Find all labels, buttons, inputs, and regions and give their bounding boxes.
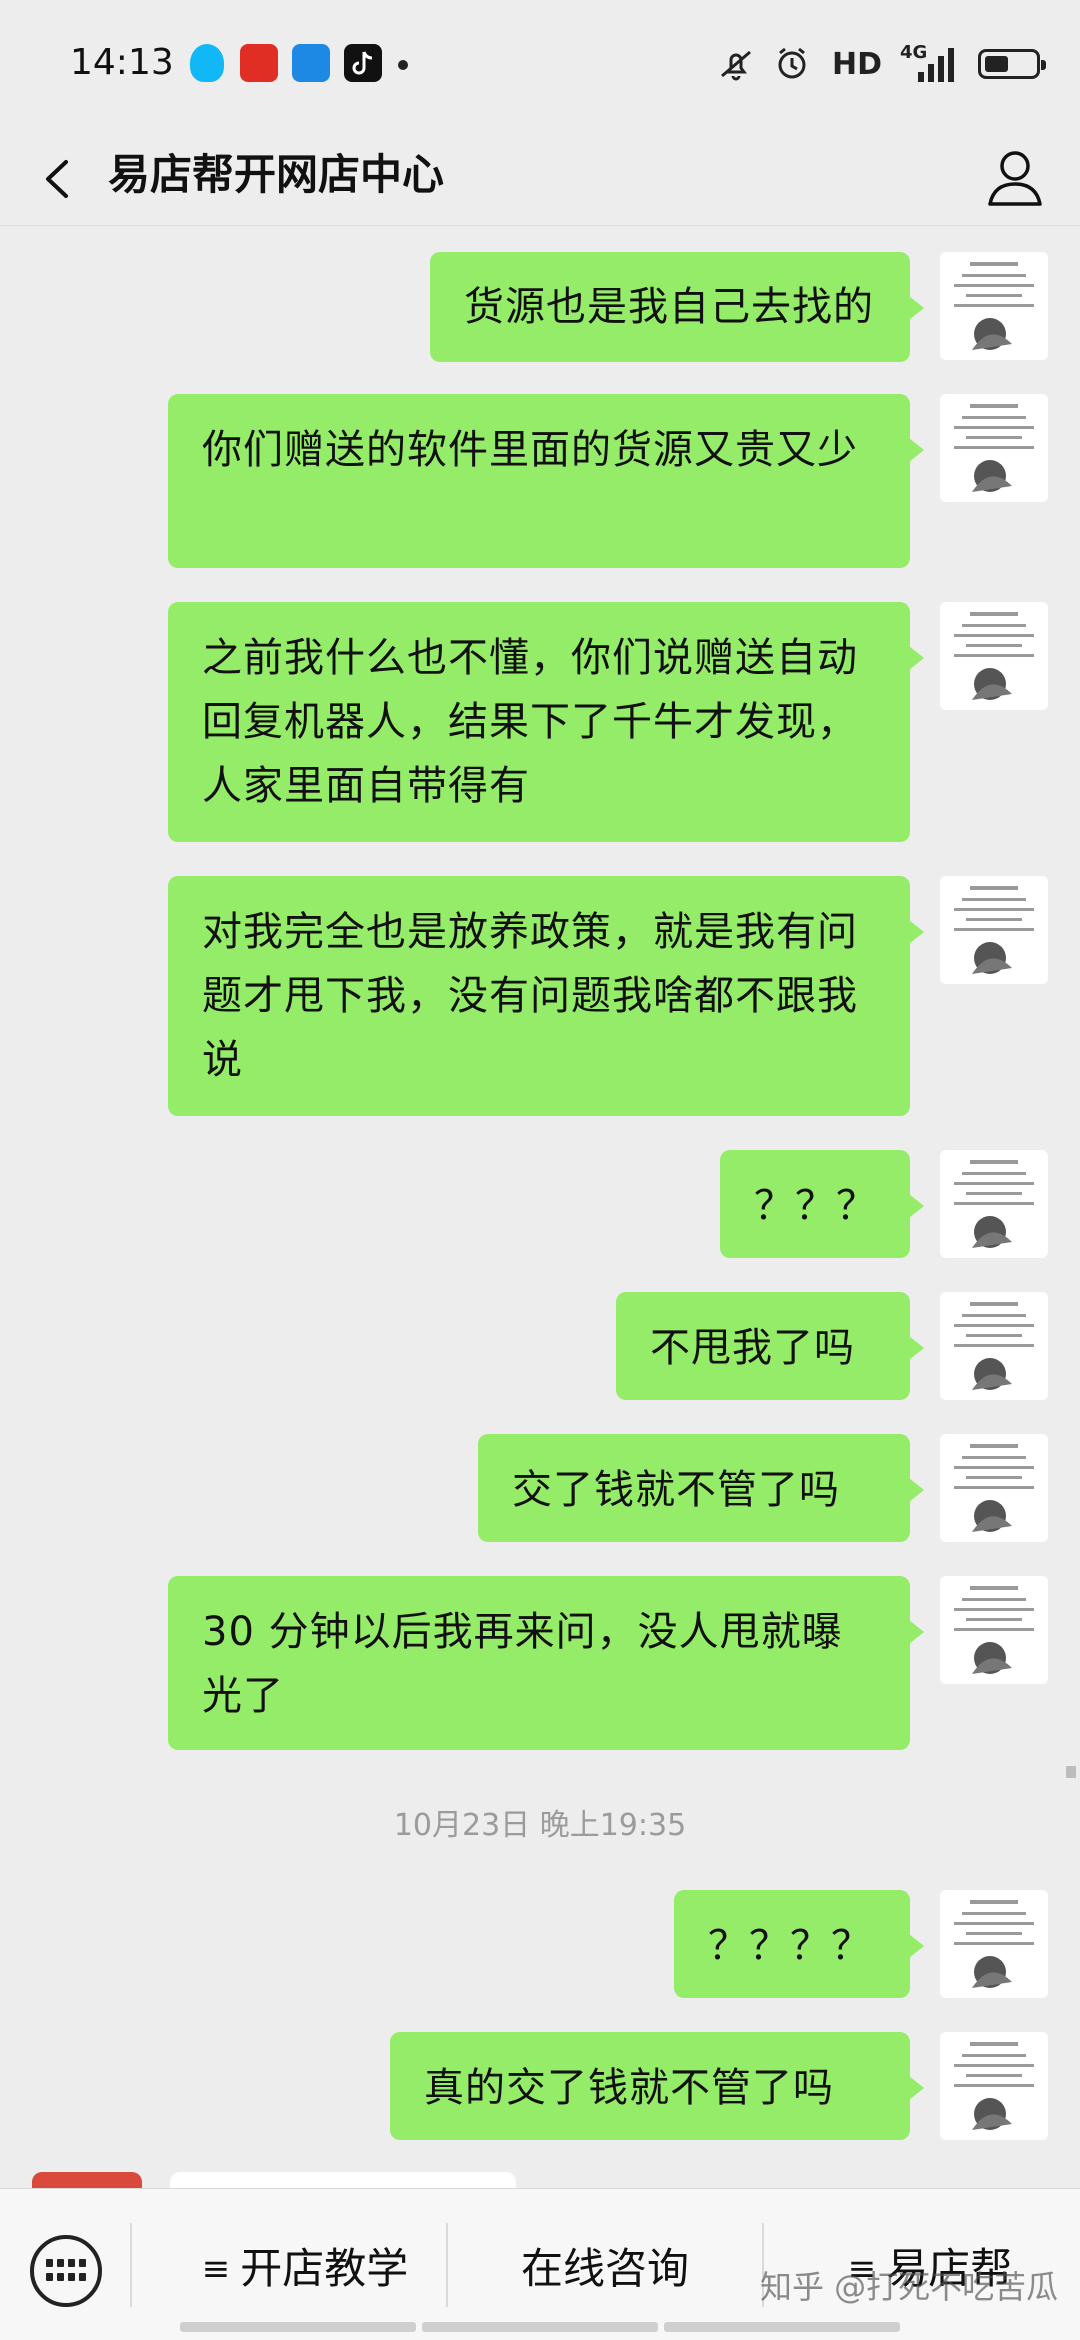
- message-text: 30 分钟以后我再来问，没人甩就曝光了: [202, 1609, 843, 1719]
- avatar[interactable]: [940, 876, 1048, 984]
- chat-header: 易店帮开网店中心: [0, 130, 1080, 226]
- watermark: 知乎 @打死不吃苦瓜: [760, 2268, 1059, 2306]
- menu-item-open-store-tutorial[interactable]: ≡ 开店教学: [180, 2229, 430, 2309]
- back-arrow-icon: [46, 160, 68, 198]
- keyboard-toggle-button[interactable]: [30, 2235, 102, 2307]
- avatar-image: [954, 2042, 1034, 2130]
- mute-icon: [716, 46, 756, 82]
- battery-icon: [978, 49, 1046, 79]
- avatar-image: [954, 1900, 1034, 1988]
- avatar[interactable]: [940, 1890, 1048, 1998]
- message-bubble[interactable]: 30 分钟以后我再来问，没人甩就曝光了: [168, 1576, 924, 1750]
- message-text: 货源也是我自己去找的: [464, 284, 874, 330]
- tiktok-icon: [344, 44, 382, 82]
- avatar[interactable]: [940, 1576, 1048, 1684]
- avatar-image: [954, 612, 1034, 700]
- gesture-bar: [180, 2322, 900, 2332]
- person-icon: [988, 151, 1042, 206]
- avatar-image: [954, 262, 1034, 350]
- chat-title: 易店帮开网店中心: [108, 150, 445, 199]
- scrollbar-thumb[interactable]: [1066, 1766, 1076, 1778]
- menu-item-label: 在线咨询: [520, 2244, 689, 2293]
- status-icons: HD 4G: [716, 42, 1046, 84]
- avatar[interactable]: [940, 2032, 1048, 2140]
- menu-divider: [130, 2223, 132, 2307]
- message-bubble[interactable]: 交了钱就不管了吗: [478, 1434, 924, 1542]
- message-text: 对我完全也是放养政策，就是我有问题才甩下我，没有问题我啥都不跟我说: [202, 909, 858, 1083]
- message-text: ？？？: [754, 1183, 877, 1229]
- profile-button[interactable]: [980, 140, 1050, 216]
- avatar[interactable]: [940, 1150, 1048, 1258]
- hd-label: HD: [831, 46, 882, 82]
- message-bubble[interactable]: 之前我什么也不懂，你们说赠送自动回复机器人，结果下了千牛才发现，人家里面自带得有: [168, 602, 924, 842]
- message-bubble[interactable]: 对我完全也是放养政策，就是我有问题才甩下我，没有问题我啥都不跟我说: [168, 876, 924, 1116]
- message-text: 真的交了钱就不管了吗: [424, 2065, 834, 2111]
- alarm-icon: [774, 46, 814, 82]
- message-bubble[interactable]: 真的交了钱就不管了吗: [390, 2032, 924, 2140]
- menu-list-icon: ≡: [201, 2249, 231, 2289]
- avatar-image: [954, 1160, 1034, 1248]
- menu-item-label: 开店教学: [240, 2244, 409, 2293]
- battery-level: [985, 56, 1008, 72]
- qq-icon: [190, 44, 224, 82]
- avatar[interactable]: [940, 1434, 1048, 1542]
- avatar-image: [954, 886, 1034, 974]
- message-timestamp: 10月23日 晚上19:35: [393, 1808, 687, 1843]
- avatar-image: [954, 1302, 1034, 1390]
- message-bubble[interactable]: 不甩我了吗: [616, 1292, 924, 1400]
- menu-item-online-consult[interactable]: 在线咨询: [490, 2229, 720, 2309]
- message-text: ？？？？: [708, 1923, 872, 1969]
- message-bubble[interactable]: ？？？: [720, 1150, 924, 1258]
- avatar-image: [954, 1444, 1034, 1532]
- menu-divider: [446, 2223, 448, 2307]
- avatar[interactable]: [940, 252, 1048, 360]
- message-bubble[interactable]: 货源也是我自己去找的: [430, 252, 924, 362]
- message-bubble[interactable]: 你们赠送的软件里面的货源又贵又少: [168, 394, 924, 568]
- avatar-image: [954, 1586, 1034, 1674]
- avatar[interactable]: [940, 1292, 1048, 1400]
- calculator-icon: [292, 44, 330, 82]
- network-type: 4G: [900, 42, 928, 63]
- avatar[interactable]: [940, 394, 1048, 502]
- message-text: 不甩我了吗: [650, 1325, 855, 1371]
- pinduoduo-icon: [240, 44, 278, 82]
- status-time: 14:13: [70, 42, 174, 83]
- status-bar: 14:13 HD 4G: [0, 0, 1080, 130]
- avatar[interactable]: [940, 602, 1048, 710]
- more-notifications-dot: [398, 60, 408, 70]
- signal-icon: 4G: [900, 42, 960, 82]
- message-bubble[interactable]: ？？？？: [674, 1890, 924, 1998]
- message-text: 之前我什么也不懂，你们说赠送自动回复机器人，结果下了千牛才发现，人家里面自带得有: [202, 635, 858, 809]
- message-text: 你们赠送的软件里面的货源又贵又少: [202, 427, 858, 473]
- keyboard-icon: [46, 2259, 86, 2283]
- avatar-image: [954, 404, 1034, 492]
- back-button[interactable]: [30, 144, 90, 214]
- message-text: 交了钱就不管了吗: [512, 1467, 840, 1513]
